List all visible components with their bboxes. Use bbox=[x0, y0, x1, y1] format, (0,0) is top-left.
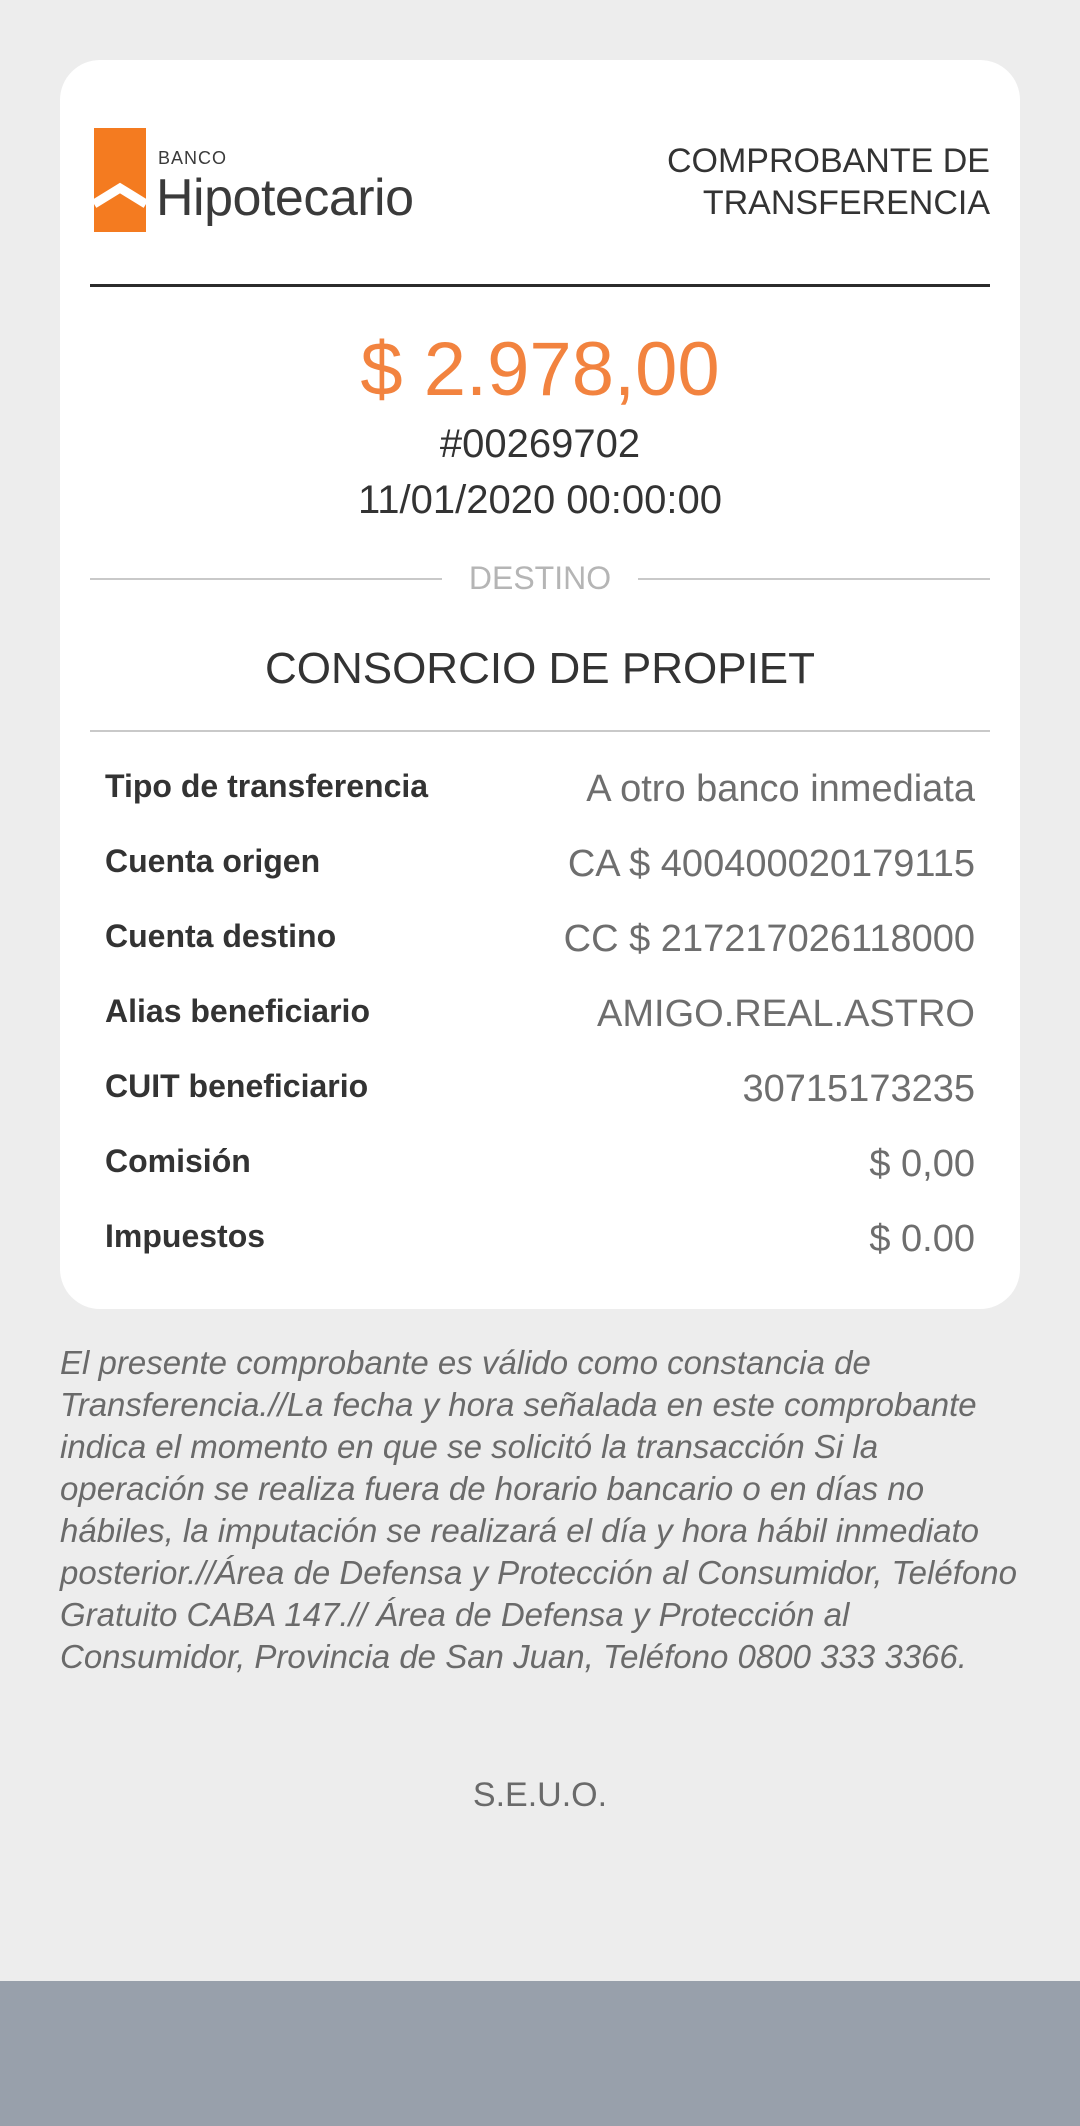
detail-label: Cuenta origen bbox=[105, 843, 321, 879]
detail-value: AMIGO.REAL.ASTRO bbox=[597, 993, 975, 1035]
details-divider bbox=[90, 730, 990, 732]
bank-logo-icon bbox=[94, 128, 146, 232]
detail-value: CC $ 217217026118000 bbox=[563, 918, 975, 960]
detail-label: CUIT beneficiario bbox=[105, 1068, 369, 1104]
transfer-number: #00269702 bbox=[439, 422, 641, 466]
detail-row-source-account: Cuenta origen CA $ 400400020179115 bbox=[105, 835, 975, 910]
detail-value: $ 0.00 bbox=[869, 1218, 975, 1260]
legal-disclaimer: El presente comprobante es válido como c… bbox=[60, 1344, 1017, 1675]
seuo-note: S.E.U.O. bbox=[472, 1776, 608, 1814]
detail-row-commission: Comisión $ 0,00 bbox=[105, 1135, 975, 1210]
detail-value: $ 0,00 bbox=[869, 1143, 975, 1185]
receipt-card: BANCO Hipotecario COMPROBANTE DE TRANSFE… bbox=[60, 60, 1020, 1309]
header-divider bbox=[90, 284, 990, 287]
detail-label: Cuenta destino bbox=[105, 918, 337, 954]
detail-row-transfer-type: Tipo de transferencia A otro banco inmed… bbox=[105, 760, 975, 835]
detail-row-beneficiary-cuit: CUIT beneficiario 30715173235 bbox=[105, 1060, 975, 1135]
destination-divider: DESTINO bbox=[90, 558, 990, 598]
detail-value: 30715173235 bbox=[742, 1068, 975, 1110]
detail-row-beneficiary-alias: Alias beneficiario AMIGO.REAL.ASTRO bbox=[105, 985, 975, 1060]
detail-label: Alias beneficiario bbox=[105, 993, 370, 1029]
transfer-date: 11/01/2020 00:00:00 bbox=[357, 478, 723, 522]
destination-name: CONSORCIO DE PROPIET bbox=[264, 644, 816, 693]
detail-label: Impuestos bbox=[105, 1218, 266, 1254]
transfer-amount: $ 2.978,00 bbox=[360, 327, 720, 412]
detail-row-destination-account: Cuenta destino CC $ 217217026118000 bbox=[105, 910, 975, 985]
logo-name-text: Hipotecario bbox=[156, 169, 414, 227]
details-list: Tipo de transferencia A otro banco inmed… bbox=[105, 760, 975, 1285]
detail-row-taxes: Impuestos $ 0.00 bbox=[105, 1210, 975, 1285]
bottom-bar bbox=[0, 1981, 1080, 2126]
divider-line-right bbox=[638, 578, 990, 580]
bank-logo: BANCO Hipotecario bbox=[94, 128, 414, 234]
document-title: COMPROBANTE DE TRANSFERENCIA bbox=[666, 142, 990, 222]
logo-small-text: BANCO bbox=[158, 148, 228, 168]
detail-label: Tipo de transferencia bbox=[105, 768, 429, 804]
detail-value: CA $ 400400020179115 bbox=[567, 843, 975, 885]
detail-label: Comisión bbox=[105, 1143, 251, 1179]
detail-value: A otro banco inmediata bbox=[586, 768, 975, 810]
